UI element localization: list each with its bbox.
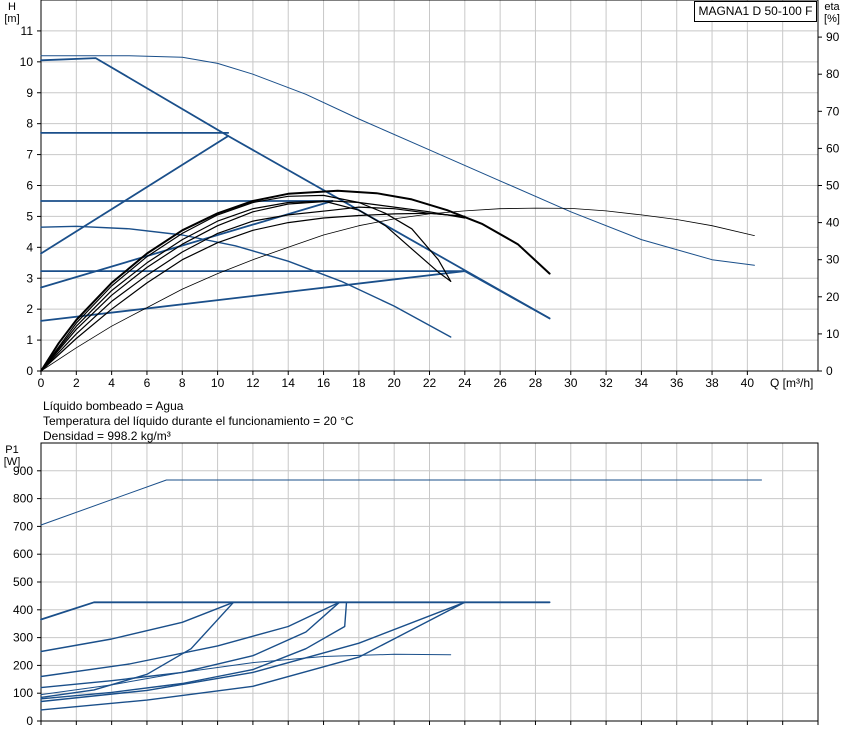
y-tick-label: 0 xyxy=(26,364,33,378)
y-axis-unit-bottom: [W] xyxy=(4,456,21,468)
y-tick-label: 9 xyxy=(26,86,33,100)
y-tick-label: 11 xyxy=(21,24,34,38)
y-tick-label: 600 xyxy=(13,547,33,561)
x-tick-label: 2 xyxy=(73,376,80,390)
y2-tick-label: 50 xyxy=(826,179,840,193)
x-tick-label: 20 xyxy=(388,376,402,390)
y-axis-label-top: H xyxy=(8,1,16,13)
y2-tick-label: 90 xyxy=(826,30,840,44)
y-tick-label: 800 xyxy=(13,492,33,506)
x-tick-label: 14 xyxy=(282,376,296,390)
y-tick-label: 300 xyxy=(13,631,33,645)
fluid-info-line-1: Líquido bombeado = Agua xyxy=(43,399,184,413)
x-axis-label: Q [m³/h] xyxy=(770,376,813,390)
y-tick-label: 4 xyxy=(26,240,33,254)
y-tick-label: 500 xyxy=(13,575,33,589)
x-tick-label: 6 xyxy=(144,376,151,390)
y-tick-label: 8 xyxy=(26,117,33,131)
y-tick-label: 3 xyxy=(26,271,33,285)
x-tick-label: 0 xyxy=(38,376,45,390)
chart-title: MAGNA1 D 50-100 F xyxy=(694,1,817,22)
y2-tick-label: 10 xyxy=(826,327,840,341)
x-tick-label: 26 xyxy=(493,376,507,390)
y-tick-label: 0 xyxy=(26,714,33,728)
x-tick-label: 38 xyxy=(705,376,719,390)
y-tick-label: 5 xyxy=(26,209,33,223)
x-tick-label: 34 xyxy=(635,376,649,390)
x-tick-label: 40 xyxy=(741,376,755,390)
fluid-info-line-2: Temperatura del líquido durante el funci… xyxy=(43,414,354,428)
y-tick-label: 100 xyxy=(13,686,33,700)
x-tick-label: 10 xyxy=(211,376,225,390)
x-tick-label: 12 xyxy=(246,376,260,390)
y2-tick-label: 60 xyxy=(826,141,840,155)
y-tick-label: 400 xyxy=(13,603,33,617)
y2-tick-label: 80 xyxy=(826,67,840,81)
y2-tick-label: 0 xyxy=(826,364,833,378)
x-tick-label: 4 xyxy=(108,376,115,390)
y-tick-label: 7 xyxy=(26,148,33,162)
x-tick-label: 36 xyxy=(670,376,684,390)
x-tick-label: 28 xyxy=(529,376,543,390)
y-tick-label: 700 xyxy=(13,519,33,533)
y2-tick-label: 40 xyxy=(826,216,840,230)
x-tick-label: 22 xyxy=(423,376,437,390)
y-tick-label: 200 xyxy=(13,658,33,672)
y-axis-label-bottom: P1 xyxy=(5,444,18,456)
y2-tick-label: 30 xyxy=(826,253,840,267)
fluid-info-line-3: Densidad = 998.2 kg/m³ xyxy=(43,429,171,443)
y-tick-label: 1 xyxy=(26,333,33,347)
y-tick-label: 10 xyxy=(20,55,34,69)
y2-axis-unit: [%] xyxy=(824,13,840,25)
y-tick-label: 6 xyxy=(26,179,33,193)
y2-tick-label: 70 xyxy=(826,104,840,118)
y2-axis-label: eta xyxy=(824,1,840,13)
x-tick-label: 30 xyxy=(564,376,578,390)
y-tick-label: 2 xyxy=(26,302,33,316)
x-tick-label: 24 xyxy=(458,376,472,390)
x-tick-label: 32 xyxy=(599,376,613,390)
y2-tick-label: 20 xyxy=(826,290,840,304)
x-tick-label: 16 xyxy=(317,376,331,390)
y-axis-unit-top: [m] xyxy=(4,13,19,25)
x-tick-label: 18 xyxy=(352,376,366,390)
pump-curve-chart: 01234567891011H[m]0102030405060708090eta… xyxy=(4,0,841,728)
x-tick-label: 8 xyxy=(179,376,186,390)
